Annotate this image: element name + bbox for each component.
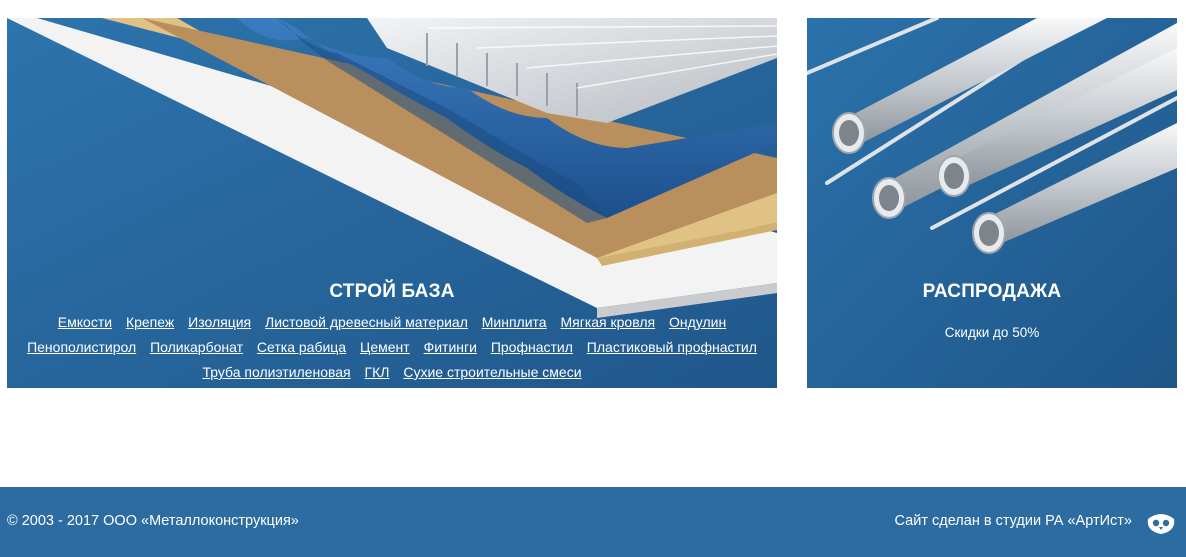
link-tsement[interactable]: Цемент	[360, 339, 410, 355]
link-krepezh[interactable]: Крепеж	[126, 314, 174, 330]
link-izolyatsiya[interactable]: Изоляция	[188, 314, 251, 330]
footer: © 2003 - 2017 ООО «Металлоконструкция» С…	[0, 487, 1186, 557]
link-ondulin[interactable]: Ондулин	[669, 314, 726, 330]
studio-credit-link[interactable]: Сайт сделан в студии РА «АртИст»	[895, 513, 1132, 529]
owl-face-icon[interactable]	[1146, 511, 1176, 535]
category-card-stroy-baza[interactable]: СТРОЙ БАЗА Емкости Крепеж Изоляция Листо…	[7, 18, 777, 388]
card-title-rasprodazha: РАСПРОДАЖА	[922, 281, 1062, 302]
link-emkosti[interactable]: Емкости	[58, 314, 112, 330]
link-truba-polietilenovaya[interactable]: Труба полиэтиленовая	[202, 364, 350, 380]
category-links: Емкости Крепеж Изоляция Листовой древесн…	[15, 310, 769, 385]
link-setka-rabitsa[interactable]: Сетка рабица	[257, 339, 346, 355]
sale-discount-text: Скидки до 50%	[944, 325, 1040, 340]
link-myagkaya-krovlya[interactable]: Мягкая кровля	[560, 314, 655, 330]
link-plastikovy-profnastil[interactable]: Пластиковый профнастил	[587, 339, 757, 355]
link-penopolistirol[interactable]: Пенополистирол	[27, 339, 136, 355]
copyright-text: © 2003 - 2017 ООО «Металлоконструкция»	[7, 513, 299, 529]
link-gkl[interactable]: ГКЛ	[365, 364, 390, 380]
page: СТРОЙ БАЗА Емкости Крепеж Изоляция Листо…	[0, 0, 1186, 557]
link-fitingi[interactable]: Фитинги	[424, 339, 477, 355]
link-profnastil[interactable]: Профнастил	[491, 339, 573, 355]
card-title-stroy-baza: СТРОЙ БАЗА	[329, 281, 455, 302]
category-card-rasprodazha[interactable]: РАСПРОДАЖА Скидки до 50%	[807, 18, 1177, 388]
link-listovoy-drevesny[interactable]: Листовой древесный материал	[265, 314, 468, 330]
link-minplita[interactable]: Минплита	[482, 314, 547, 330]
link-polikarbonat[interactable]: Поликарбонат	[150, 339, 243, 355]
link-sukhie-smesi[interactable]: Сухие строительные смеси	[403, 364, 581, 380]
